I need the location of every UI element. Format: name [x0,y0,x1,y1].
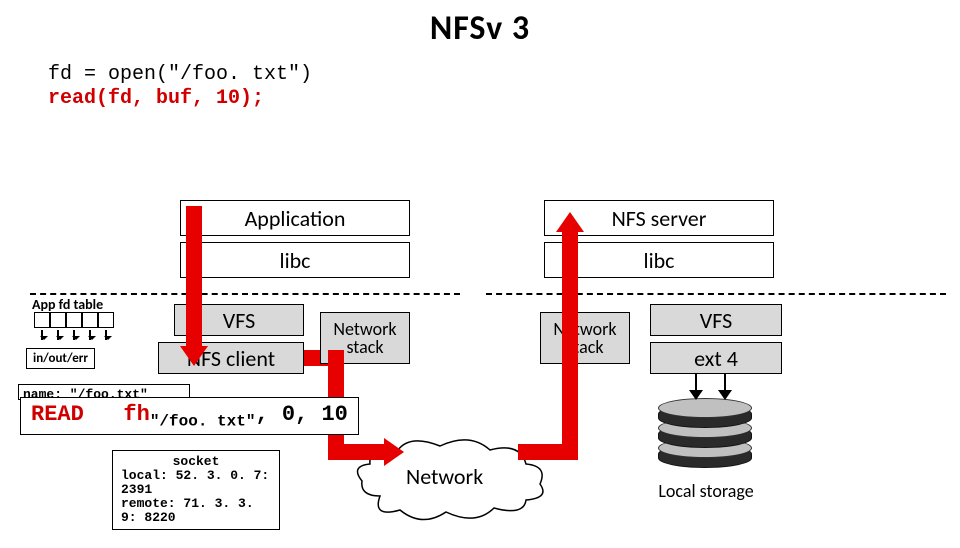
box-client-libc: libc [180,242,410,278]
code-line-2: read(fd, buf, 10); [48,87,960,111]
code-snippet: fd = open("/foo. txt") read(fd, buf, 10)… [48,63,960,111]
read-packet: READ fh"/foo. txt", 0, 10 [20,397,359,435]
fd-table-label: App fd table [32,296,103,313]
diagram-stage: Application libc VFS NFS client Network … [0,188,960,548]
fd-table [34,312,114,328]
local-storage-label: Local storage [636,480,776,502]
network-cloud-label: Network [406,463,483,490]
code-line-1: fd = open("/foo. txt") [48,63,960,87]
box-server-netstack: Network stack [540,312,630,364]
local-storage-icon [658,398,752,474]
dash-client [30,293,460,295]
box-server-vfs: VFS [650,304,782,336]
dash-server [486,293,946,295]
box-ext4: ext 4 [650,342,782,374]
box-server-libc: libc [544,242,774,278]
box-application: Application [180,200,410,236]
page-title: NFSv 3 [0,8,960,49]
socket-box: socket local: 52. 3. 0. 7: 2391 remote: … [112,450,280,530]
in-out-err-box: in/out/err [26,348,95,369]
